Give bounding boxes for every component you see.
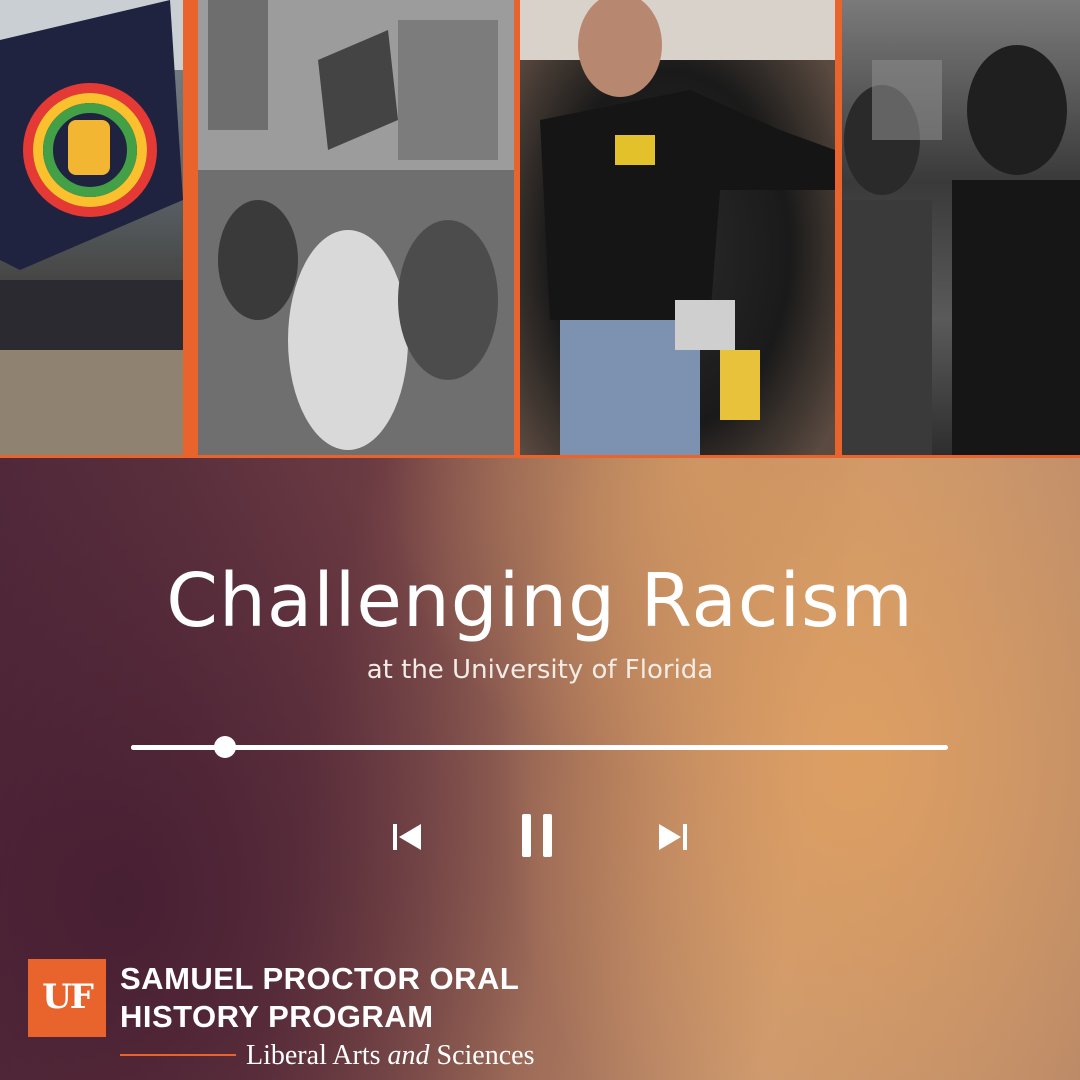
previous-button[interactable] (392, 822, 422, 852)
program-name: SAMUEL PROCTOR ORAL HISTORY PROGRAM (120, 960, 519, 1036)
college-prefix: Liberal Arts (246, 1040, 388, 1071)
rally-crowd-photo (842, 0, 1080, 455)
campus-sit-in-photo (198, 0, 514, 455)
pride-protest-photo (0, 0, 183, 455)
divider (120, 1054, 236, 1056)
next-icon (659, 824, 687, 850)
page-subtitle: at the University of Florida (366, 655, 714, 685)
program-name-line1: SAMUEL PROCTOR ORAL (120, 961, 520, 996)
college-and: and (387, 1040, 430, 1071)
photo-strip (0, 0, 1080, 458)
college-suffix: Sciences (429, 1040, 535, 1071)
uf-logo: UF (28, 959, 106, 1037)
uf-logo-text: UF (42, 977, 94, 1017)
pause-icon (522, 814, 552, 857)
podcast-cover: Challenging Racism at the University of … (0, 0, 1080, 1080)
previous-icon (393, 824, 421, 850)
pause-button[interactable] (521, 813, 553, 858)
next-button[interactable] (658, 822, 688, 852)
page-title: Challenging Racism (166, 558, 914, 644)
progress-fill (131, 745, 225, 750)
progress-knob[interactable] (213, 736, 236, 758)
speaker-microphone-photo (520, 0, 835, 455)
progress-bar[interactable] (131, 736, 948, 758)
program-name-line2: HISTORY PROGRAM (120, 999, 434, 1034)
college-name: Liberal Arts and Sciences (246, 1038, 535, 1074)
